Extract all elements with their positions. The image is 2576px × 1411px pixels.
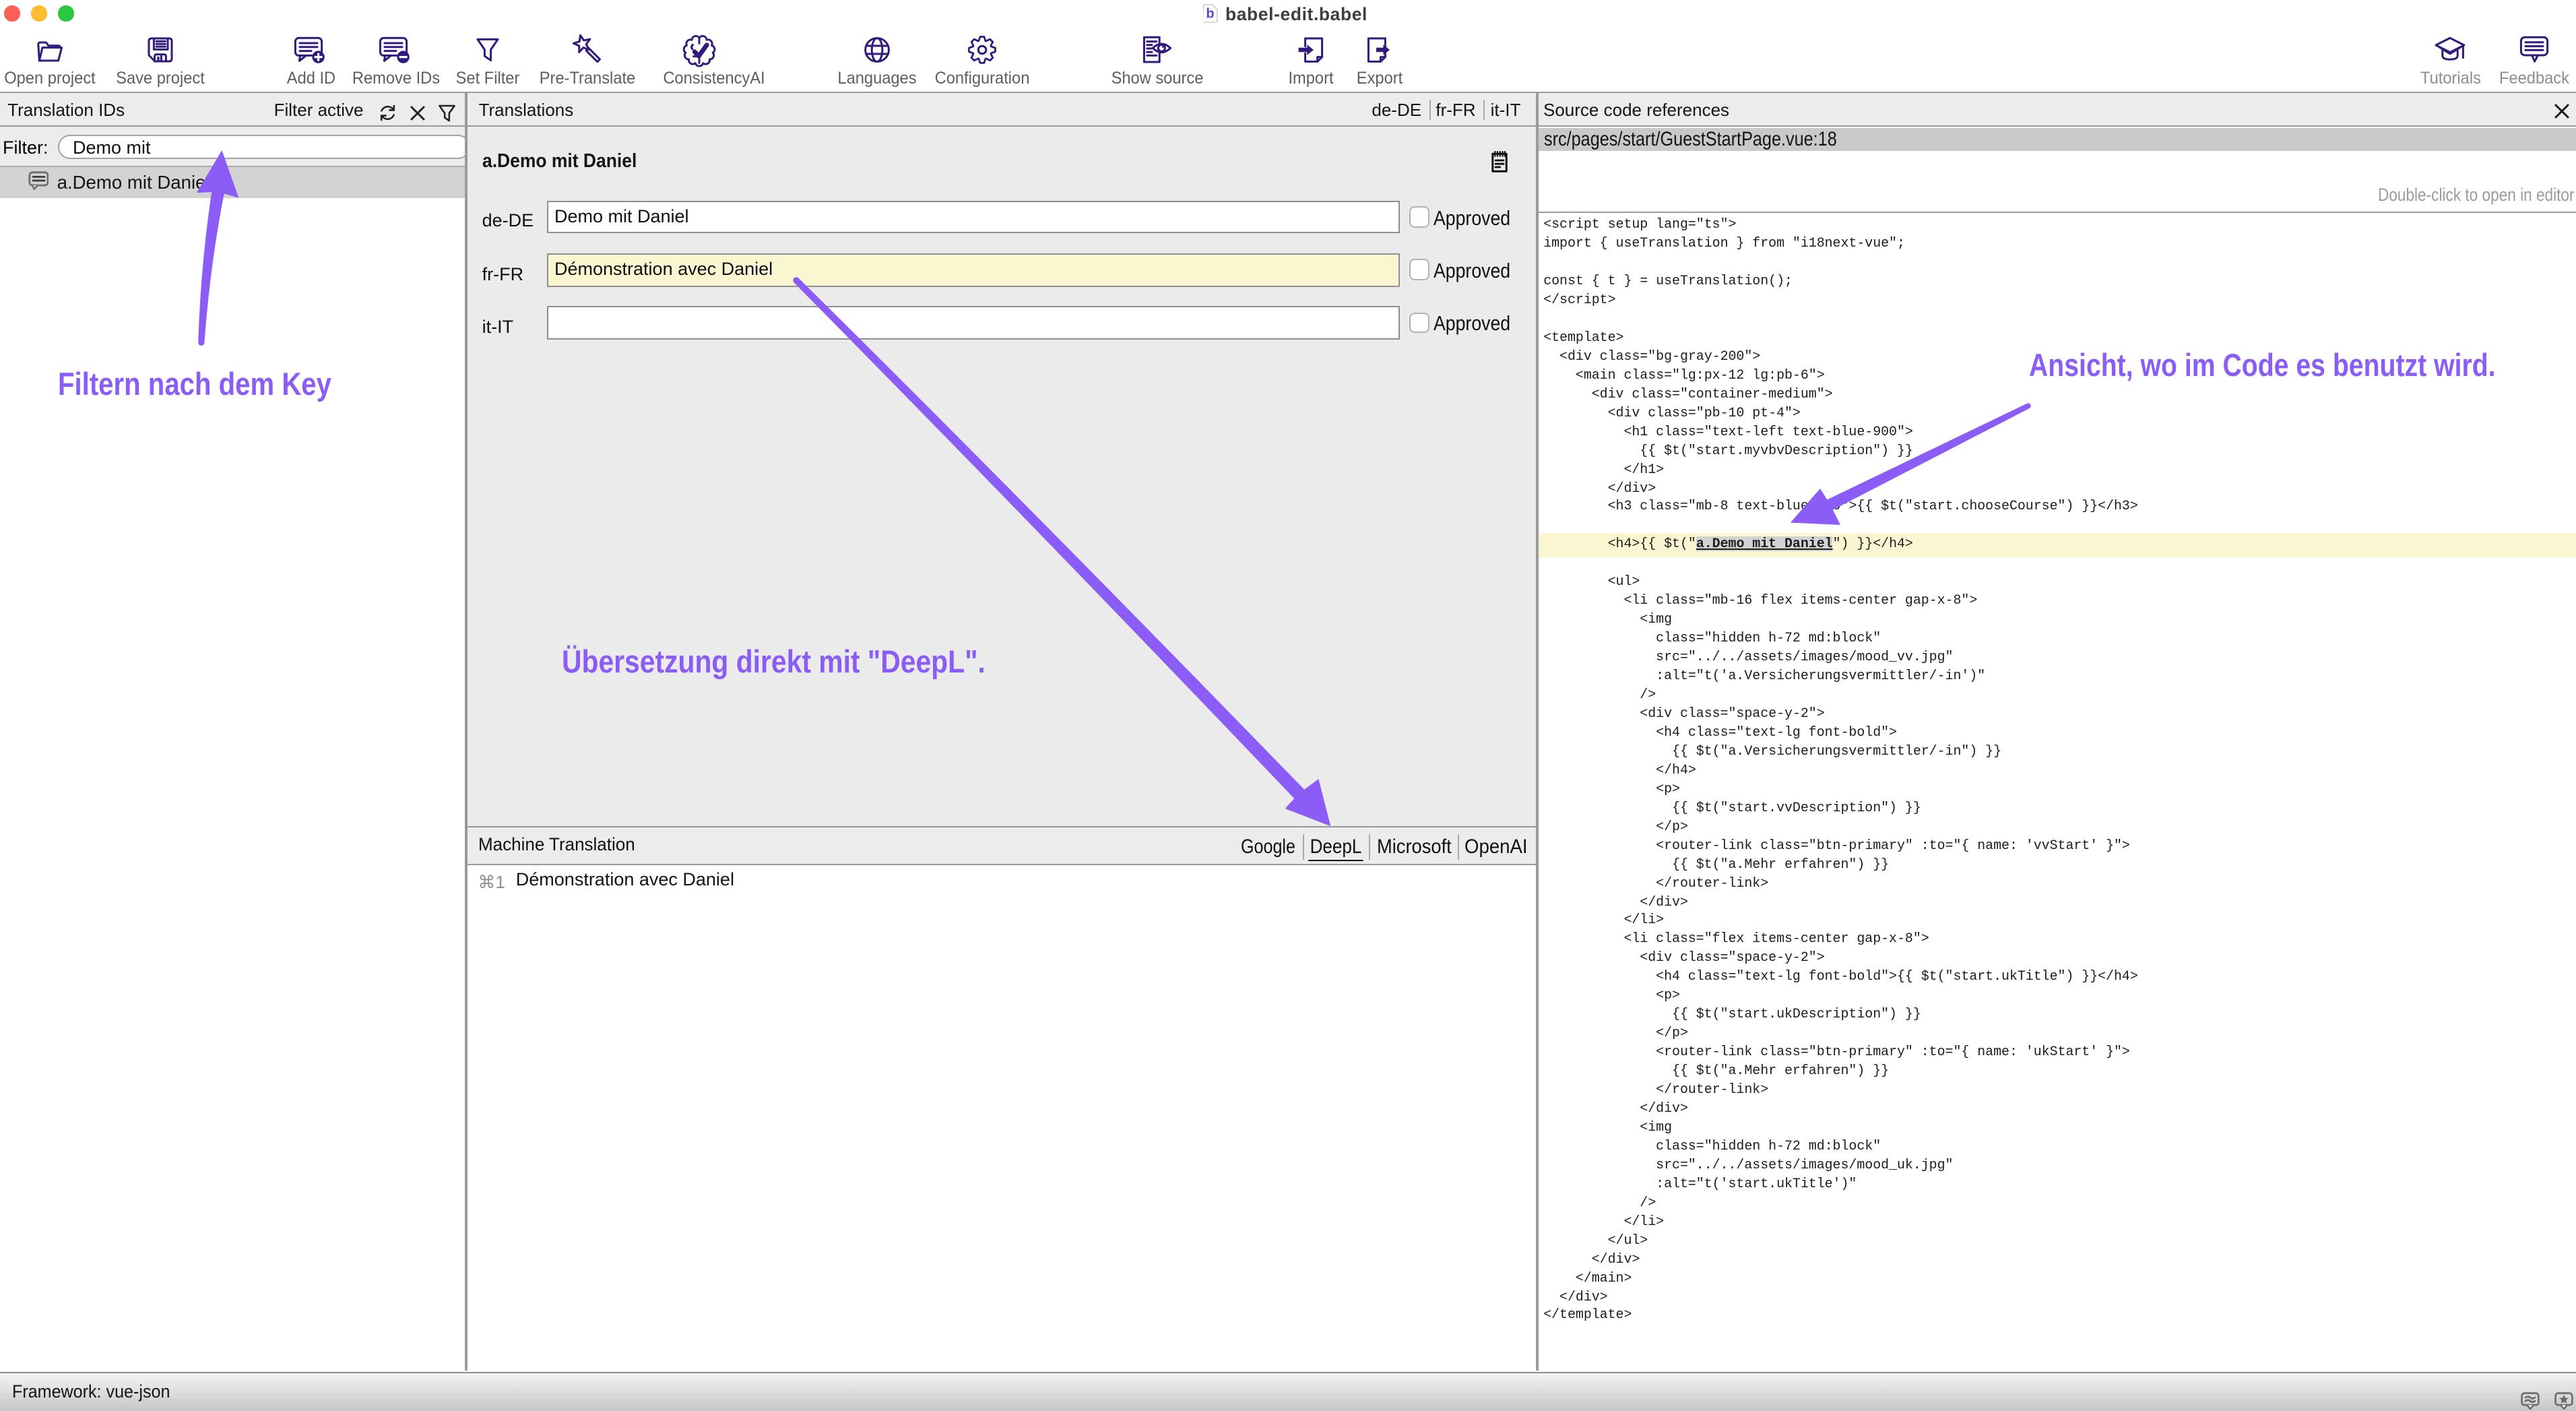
svg-text:b: b	[1206, 6, 1214, 21]
